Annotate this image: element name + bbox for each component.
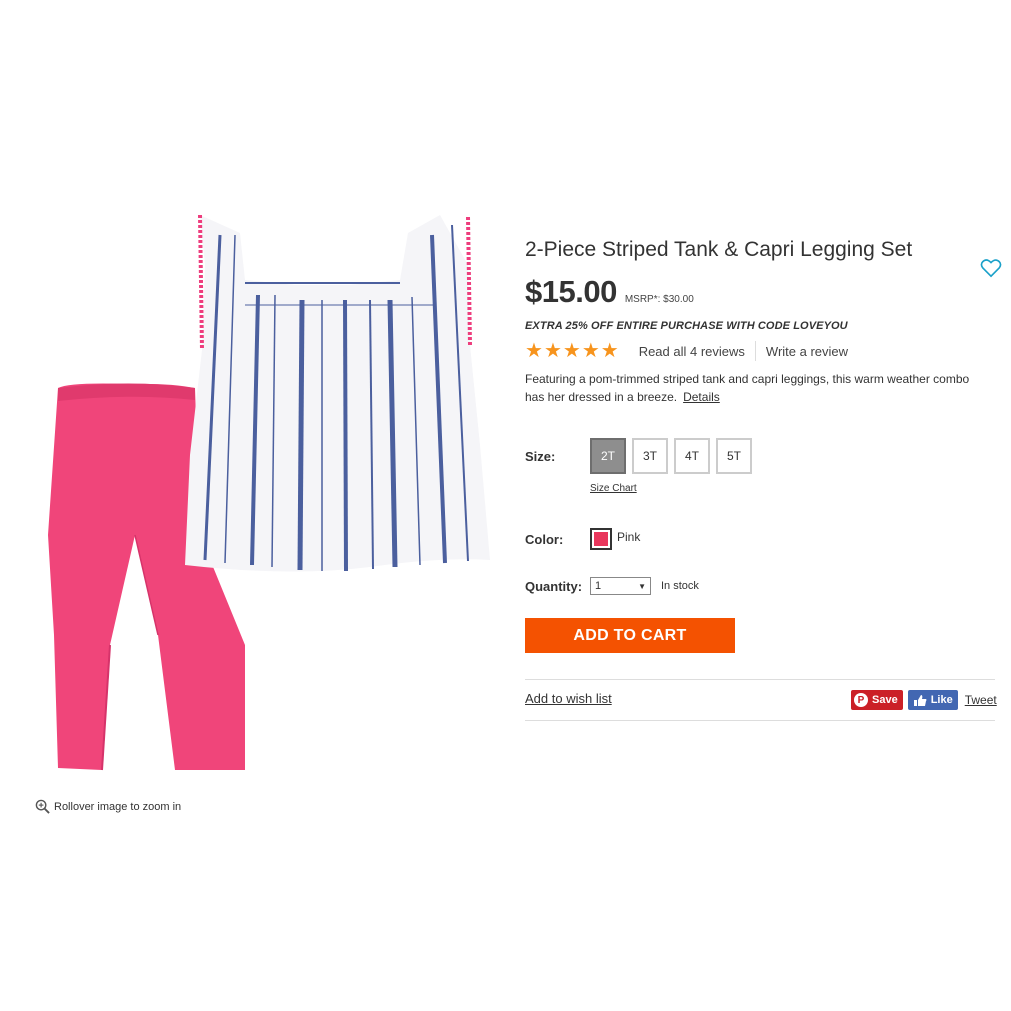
thumbs-up-icon [913, 694, 927, 706]
product-description: Featuring a pom-trimmed striped tank and… [525, 370, 987, 406]
star-icon: ★ [525, 340, 543, 362]
size-option-2t[interactable]: 2T [590, 438, 626, 474]
color-swatch-pink[interactable] [590, 528, 612, 550]
size-option-5t[interactable]: 5T [716, 438, 752, 474]
divider-top [525, 679, 995, 680]
color-name: Pink [617, 530, 641, 544]
quantity-row: Quantity: 1 ▼ In stock [525, 577, 699, 595]
msrp: MSRP*: $30.00 [624, 294, 694, 305]
quantity-select[interactable]: 1 ▼ [590, 577, 651, 595]
product-details: 2-Piece Striped Tank & Capri Legging Set… [525, 236, 995, 406]
stock-status: In stock [661, 580, 699, 592]
product-photo [48, 214, 490, 771]
size-label: Size: [525, 449, 556, 464]
facebook-like-button[interactable]: Like [907, 690, 958, 710]
size-option-4t[interactable]: 4T [674, 438, 710, 474]
zoom-hint-text: Rollover image to zoom in [54, 800, 182, 813]
size-selector: Size: 2T 3T 4T 5T Size Chart [525, 438, 752, 494]
product-title: 2-Piece Striped Tank & Capri Legging Set [525, 238, 913, 261]
size-buttons: 2T 3T 4T 5T [590, 438, 752, 474]
price: $15.00 [525, 274, 617, 309]
facebook-like-label: Like [930, 694, 953, 706]
size-group: 2T 3T 4T 5T Size Chart [590, 438, 752, 494]
star-rating: ★ ★ ★ ★ ★ [525, 341, 619, 361]
pinterest-icon: P [854, 693, 868, 707]
zoom-hint: Rollover image to zoom in [35, 799, 181, 814]
tweet-link[interactable]: Tweet [965, 693, 997, 707]
add-to-cart-button[interactable]: ADD TO CART [525, 618, 735, 653]
size-chart-link[interactable]: Size Chart [590, 483, 752, 494]
write-review-link[interactable]: Write a review [766, 344, 848, 359]
description-text: Featuring a pom-trimmed striped tank and… [525, 372, 970, 404]
pinterest-label: Save [872, 694, 898, 706]
price-row: $15.00 MSRP*: $30.00 [525, 274, 995, 310]
promo-text: EXTRA 25% OFF ENTIRE PURCHASE WITH CODE … [525, 320, 848, 332]
details-link[interactable]: Details [683, 390, 720, 404]
zoom-icon [35, 799, 50, 814]
add-to-wishlist-link[interactable]: Add to wish list [525, 691, 612, 706]
star-icon: ★ [543, 340, 562, 362]
social-share: P Save Like Tweet [851, 690, 997, 710]
color-selector: Color: Pink [525, 528, 640, 550]
star-icon: ★ [581, 340, 600, 362]
quantity-value: 1 [595, 580, 602, 592]
star-icon: ★ [562, 340, 581, 362]
read-reviews-link[interactable]: Read all 4 reviews [639, 344, 745, 359]
divider-bottom [525, 720, 995, 721]
rating-row: ★ ★ ★ ★ ★ Read all 4 reviews Write a rev… [525, 340, 995, 362]
quantity-label: Quantity: [525, 578, 583, 594]
color-swatch-fill [594, 532, 608, 546]
star-icon: ★ [600, 340, 619, 362]
product-image[interactable] [40, 205, 500, 780]
divider [754, 341, 756, 361]
size-option-3t[interactable]: 3T [632, 438, 668, 474]
dropdown-arrow-icon: ▼ [638, 581, 646, 591]
pinterest-save-button[interactable]: P Save [851, 690, 903, 710]
color-label: Color: [525, 531, 564, 547]
